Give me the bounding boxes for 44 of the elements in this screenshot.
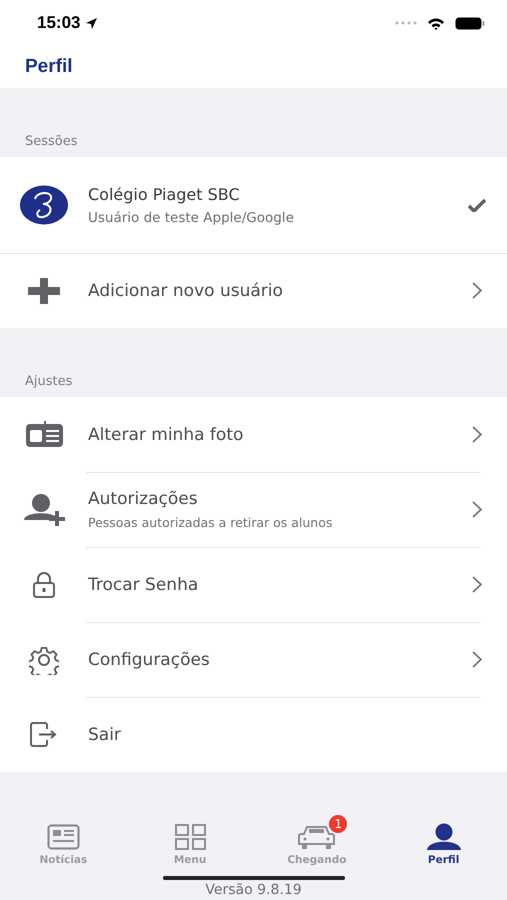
id-card-icon — [24, 421, 64, 448]
tab[interactable]: 1 Chegando — [254, 814, 380, 874]
row-subtitle: Usuário de teste Apple/Google — [88, 210, 295, 226]
grid-icon — [174, 824, 206, 850]
row-title: Autorizações — [88, 489, 199, 509]
battery-icon — [455, 16, 485, 30]
logout-icon — [30, 722, 58, 747]
menu-row[interactable]: Sair — [0, 697, 507, 772]
tab[interactable]: Perfil — [380, 814, 507, 874]
row-title: Configurações — [88, 650, 211, 670]
menu-row[interactable]: Alterar minha foto — [0, 397, 507, 472]
page-title: Perfil — [25, 56, 73, 78]
section-header: Ajustes — [24, 373, 74, 391]
menu-row[interactable]: Adicionar novo usuário — [0, 253, 507, 328]
school-logo-icon — [19, 185, 69, 225]
chevron-right-icon — [472, 426, 482, 443]
person-icon — [426, 823, 462, 850]
row-title: Colégio Piaget SBC — [88, 184, 241, 204]
add-person-icon — [22, 493, 66, 526]
row-title: Adicionar novo usuário — [88, 280, 284, 300]
wifi-icon — [427, 16, 445, 30]
notification-badge: 1 — [329, 815, 348, 833]
chevron-right-icon — [472, 501, 482, 518]
version-label: Versão 9.8.19 — [205, 883, 302, 898]
row-subtitle: Pessoas autorizadas a retirar os alunos — [88, 515, 334, 530]
menu-row[interactable]: Autorizações Pessoas autorizadas a retirar os alunos — [0, 472, 507, 547]
session-row[interactable]: Colégio Piaget SBC Usuário de teste Apple/Google — [0, 157, 507, 253]
lock-icon — [33, 572, 55, 598]
plus-icon — [27, 277, 61, 304]
row-title: Alterar minha foto — [88, 424, 244, 444]
chevron-right-icon — [472, 576, 482, 593]
signal-dots-icon — [395, 21, 419, 25]
section-header: Sessões — [24, 133, 79, 151]
location-arrow-icon — [85, 16, 98, 30]
menu-row[interactable]: Configurações — [0, 622, 507, 697]
settings-icon — [29, 644, 59, 674]
row-title: Trocar Senha — [88, 574, 200, 594]
row-title: Sair — [88, 724, 122, 744]
menu-row[interactable]: Trocar Senha — [0, 547, 507, 622]
newspaper-icon — [46, 824, 80, 850]
car-icon — [298, 824, 336, 850]
status-time: 15:03 — [37, 13, 80, 33]
chevron-right-icon — [472, 651, 482, 668]
chevron-right-icon — [472, 282, 482, 299]
